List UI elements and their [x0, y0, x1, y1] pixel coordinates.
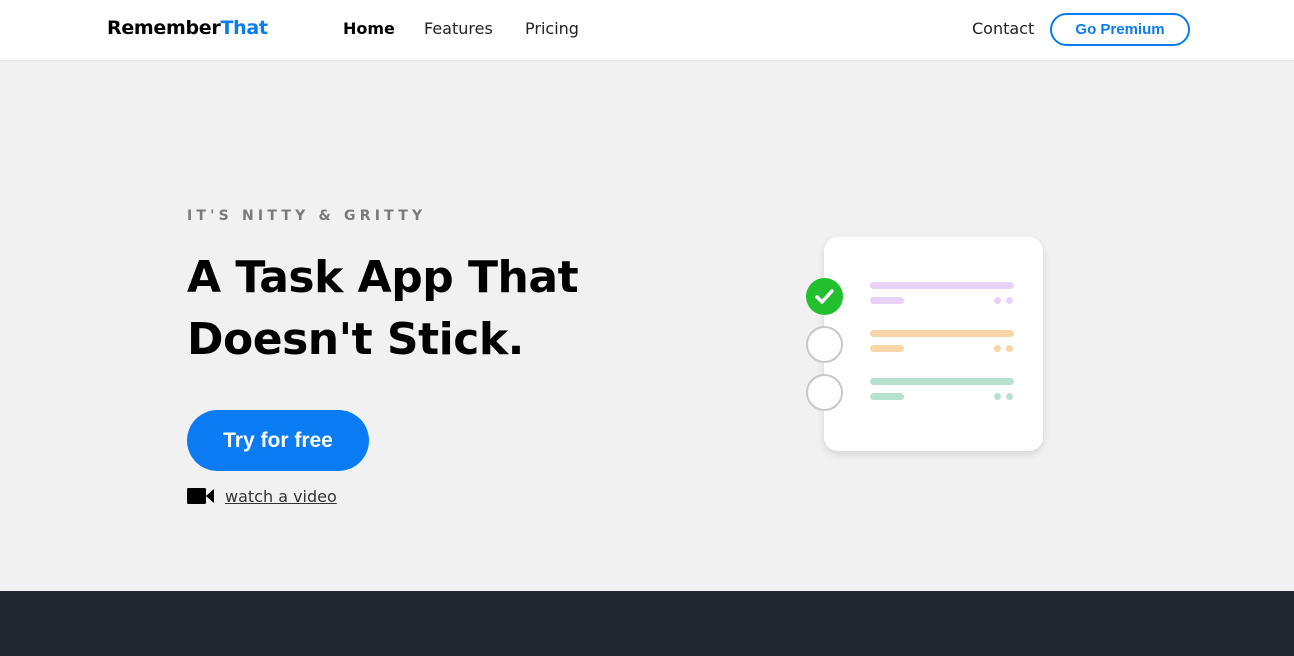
- task-bar: [870, 282, 1014, 289]
- task-dot: [1006, 393, 1013, 400]
- try-for-free-button[interactable]: Try for free: [187, 410, 369, 471]
- task-bar: [870, 330, 1014, 337]
- nav-link-contact[interactable]: Contact: [972, 19, 1034, 38]
- hero-section: IT'S NITTY & GRITTY A Task App That Does…: [0, 61, 1294, 591]
- brand-name-part2: That: [220, 17, 268, 39]
- nav-link-features[interactable]: Features: [424, 19, 493, 38]
- task-bar: [870, 345, 904, 352]
- task-dot: [994, 393, 1001, 400]
- task-bar: [870, 393, 904, 400]
- hero-headline-line2: Doesn't Stick.: [187, 314, 524, 365]
- task-dot: [1006, 345, 1013, 352]
- task-dot: [994, 297, 1001, 304]
- brand-name-part1: Remember: [107, 17, 221, 39]
- task-bar: [870, 297, 904, 304]
- task-dot: [994, 345, 1001, 352]
- task-bar: [870, 378, 1014, 385]
- nav-link-home[interactable]: Home: [343, 19, 395, 38]
- hero-headline-line1: A Task App That: [187, 252, 579, 303]
- task-dot: [1006, 297, 1013, 304]
- navbar: RememberThat Home Features Pricing Conta…: [0, 0, 1294, 61]
- unchecked-circle-icon: [806, 326, 843, 363]
- hero-eyebrow: IT'S NITTY & GRITTY: [187, 208, 427, 224]
- checked-circle-icon: [806, 278, 843, 315]
- nav-link-pricing[interactable]: Pricing: [525, 19, 579, 38]
- watch-video-link[interactable]: watch a video: [187, 485, 337, 507]
- task-card: [824, 237, 1043, 451]
- dark-section-band: [0, 591, 1294, 656]
- watch-video-label: watch a video: [225, 486, 337, 506]
- brand-logo[interactable]: RememberThat: [107, 17, 268, 39]
- task-list-illustration: [806, 237, 1046, 453]
- go-premium-button[interactable]: Go Premium: [1050, 13, 1190, 46]
- video-camera-icon: [187, 488, 214, 504]
- hero-headline: A Task App That Doesn't Stick.: [187, 247, 667, 371]
- unchecked-circle-icon: [806, 374, 843, 411]
